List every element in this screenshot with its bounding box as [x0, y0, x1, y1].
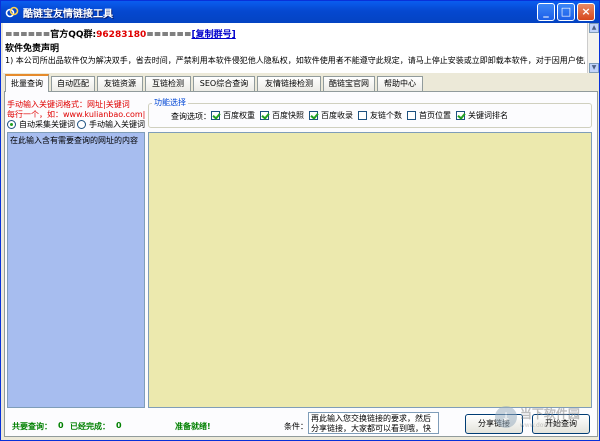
tab-friend-link-check[interactable]: 友情链接检测 [257, 76, 321, 91]
app-window: 酷链宝友情链接工具 _ □ × ======官方QQ群:96283180====… [0, 0, 600, 441]
url-input-placeholder: 在此输入含有需要查询的网址的内容 [10, 136, 138, 145]
total-query-label: 共要查询： [12, 422, 52, 431]
condition-input[interactable]: 再此输入您交换链接的要求，然后分享链接，大家都可以看到哦，快来试试吧! [308, 412, 439, 434]
watermark-title: 当下软件园 [519, 407, 580, 421]
radio-auto-label: 自动采集关键词 [19, 120, 75, 129]
checkbox-label: 百度快照 [272, 111, 304, 120]
checkbox-label: 关键词排名 [468, 111, 508, 120]
tab-seo-query[interactable]: SEO综合查询 [193, 76, 255, 91]
checkbox-baidu-snapshot[interactable]: 百度快照 [260, 110, 304, 121]
function-options-legend: 功能选择 [152, 97, 188, 108]
maximize-button[interactable]: □ [557, 3, 575, 21]
completed-label: 已经完成： [70, 422, 110, 431]
scroll-down-icon[interactable]: ▼ [589, 63, 599, 73]
scroll-up-icon[interactable]: ▲ [589, 23, 599, 33]
checkbox-baidu-index[interactable]: 百度收录 [309, 110, 353, 121]
radio-selected-icon[interactable] [7, 120, 16, 129]
radio-manual-label: 手动输入关键词 [89, 120, 145, 129]
query-options-label: 查询选项： [171, 112, 211, 121]
notice-panel: ======官方QQ群:96283180======[复制群号] 软件免责声明 … [3, 23, 599, 73]
radio-auto-keyword[interactable]: 自动采集关键词 [7, 119, 75, 131]
copy-group-link[interactable]: [复制群号] [192, 30, 236, 40]
checkbox-label: 百度收录 [321, 111, 353, 120]
checkbox-checked-icon[interactable] [260, 111, 269, 120]
chain-link-icon [5, 6, 19, 18]
radio-unselected-icon[interactable] [77, 120, 86, 129]
window-title: 酷链宝友情链接工具 [23, 9, 113, 20]
status-ready: 准备就绪! [175, 422, 211, 431]
notice-scrollbar[interactable]: ▲ ▼ [587, 23, 599, 73]
qq-number: 96283180 [96, 30, 147, 40]
checkbox-baidu-weight[interactable]: 百度权重 [211, 110, 255, 121]
disclaimer-title: 软件免责声明 [5, 44, 60, 54]
condition-label: 条件： [284, 422, 308, 431]
disclaimer-body: 1) 本公司所出品软件仅为解决双手，省去时间，严禁利用本软件侵犯他人隐私权，如软… [5, 56, 585, 65]
checkbox-unchecked-icon[interactable] [358, 111, 367, 120]
checkbox-checked-icon[interactable] [211, 111, 220, 120]
watermark: ↓ 当下软件园 www.downxia.com [495, 405, 580, 429]
results-area[interactable] [148, 132, 592, 408]
url-input-area[interactable]: 在此输入含有需要查询的网址的内容 [7, 132, 145, 408]
checkbox-homepage-position[interactable]: 首页位置 [407, 110, 451, 121]
watermark-url: www.downxia.com [519, 422, 576, 429]
checkbox-checked-icon[interactable] [456, 111, 465, 120]
tab-batch-query[interactable]: 批量查询 [5, 74, 49, 92]
tab-link-resources[interactable]: 友链资源 [97, 76, 143, 91]
tab-auto-match[interactable]: 自动匹配 [51, 76, 95, 91]
close-button[interactable]: × [577, 3, 595, 21]
checkbox-checked-icon[interactable] [309, 111, 318, 120]
qq-suffix: ====== [146, 30, 192, 40]
watermark-text: 当下软件园 www.downxia.com [520, 405, 580, 429]
checkbox-unchecked-icon[interactable] [407, 111, 416, 120]
checkbox-label: 友链个数 [370, 111, 402, 120]
qq-group-line: ======官方QQ群:96283180======[复制群号] [5, 27, 236, 40]
checkbox-keyword-ranking[interactable]: 关键词排名 [456, 110, 508, 121]
completed-value: 0 [116, 421, 122, 430]
checkbox-label: 首页位置 [419, 111, 451, 120]
watermark-logo-icon: ↓ [495, 406, 517, 428]
radio-manual-keyword[interactable]: 手动输入关键词 [77, 119, 145, 131]
tab-official-site[interactable]: 酷链宝官网 [323, 76, 375, 91]
tab-help-center[interactable]: 帮助中心 [377, 76, 423, 91]
qq-prefix: ======官方QQ群: [5, 30, 97, 40]
minimize-button[interactable]: _ [537, 3, 555, 21]
total-query-value: 0 [58, 421, 64, 430]
title-bar: 酷链宝友情链接工具 _ □ × [1, 1, 599, 23]
checkbox-label: 百度权重 [223, 111, 255, 120]
tab-mutual-link-check[interactable]: 互链检测 [145, 76, 191, 91]
checkbox-link-count[interactable]: 友链个数 [358, 110, 402, 121]
